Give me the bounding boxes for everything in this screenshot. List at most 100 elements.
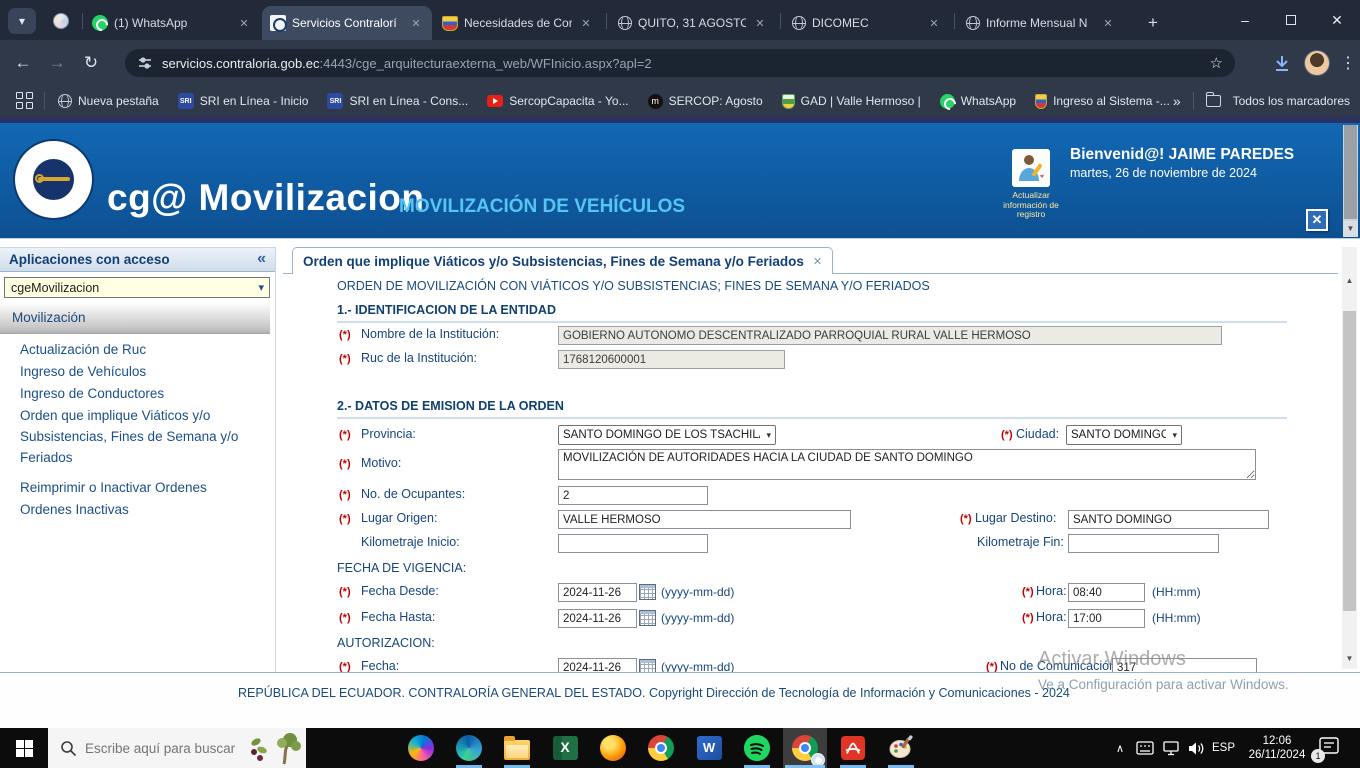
tray-language[interactable]: ESP bbox=[1212, 728, 1235, 768]
tab-close-icon[interactable]: ✕ bbox=[813, 255, 822, 268]
activate-windows-watermark: Activar Windows bbox=[1038, 648, 1186, 670]
back-button[interactable]: ← bbox=[6, 53, 40, 73]
km-inicio-input[interactable] bbox=[558, 534, 708, 553]
tab-close-icon[interactable]: ✕ bbox=[1100, 17, 1116, 30]
taskbar-copilot[interactable] bbox=[399, 728, 443, 768]
taskbar-word[interactable] bbox=[687, 728, 731, 768]
sidebar-item-ordenes-inactivas[interactable]: Ordenes Inactivas bbox=[20, 499, 270, 520]
whatsapp-icon bbox=[92, 15, 108, 31]
sidebar-item-ingreso-vehiculos[interactable]: Ingreso de Vehículos bbox=[20, 361, 270, 382]
taskbar-firefox[interactable] bbox=[591, 728, 635, 768]
lugar-origen-input[interactable] bbox=[558, 510, 851, 529]
provincia-select[interactable]: SANTO DOMINGO DE LOS TSACHILAS ▾ bbox=[558, 425, 776, 445]
download-icon[interactable] bbox=[1270, 51, 1294, 75]
taskbar-spotify[interactable] bbox=[735, 728, 779, 768]
pinned-tab[interactable] bbox=[46, 8, 76, 34]
nombre-institucion-input[interactable] bbox=[558, 326, 1222, 345]
ocupantes-input[interactable] bbox=[558, 486, 708, 505]
calendar-icon[interactable] bbox=[639, 584, 656, 600]
hora-hasta-input[interactable] bbox=[1068, 609, 1145, 628]
window-maximize-button[interactable] bbox=[1268, 0, 1314, 40]
bookmarks-overflow-icon[interactable]: » bbox=[1173, 93, 1181, 109]
new-tab-button[interactable]: + bbox=[1138, 6, 1168, 40]
globe-icon bbox=[618, 16, 632, 30]
taskbar-paint[interactable] bbox=[879, 728, 923, 768]
bookmark-sri-inicio[interactable]: SRI SRI en Línea - Inicio bbox=[177, 93, 308, 109]
taskbar-chrome[interactable] bbox=[639, 728, 683, 768]
fecha-autorizacion-input[interactable] bbox=[558, 658, 637, 672]
tab-quito[interactable]: QUITO, 31 AGOSTO ✕ bbox=[610, 6, 776, 40]
tab-search-button[interactable]: ▾ bbox=[8, 8, 36, 34]
menu-kebab-icon[interactable]: ⋮ bbox=[1340, 53, 1356, 73]
update-info-caption[interactable]: Actualizar información de registro bbox=[995, 190, 1067, 220]
tab-close-icon[interactable]: ✕ bbox=[236, 17, 252, 30]
calendar-icon[interactable] bbox=[639, 610, 656, 626]
tab-dicomec[interactable]: DICOMEC ✕ bbox=[784, 6, 950, 40]
fecha-hasta-input[interactable] bbox=[558, 609, 637, 628]
tray-touch-keyboard[interactable] bbox=[1136, 728, 1154, 768]
bookmark-star-icon[interactable]: ☆ bbox=[1210, 54, 1223, 72]
bookmark-sri-consultas[interactable]: SRI SRI en Línea - Cons... bbox=[327, 93, 468, 109]
notification-center-button[interactable]: 1 bbox=[1311, 736, 1342, 763]
update-info-avatar[interactable] bbox=[1012, 149, 1050, 187]
tray-network[interactable] bbox=[1162, 728, 1180, 768]
tab-close-icon[interactable]: ✕ bbox=[578, 17, 594, 30]
tab-necesidades[interactable]: Necesidades de Cor ✕ bbox=[434, 6, 602, 40]
all-bookmarks-label[interactable]: Todos los marcadores bbox=[1233, 94, 1350, 108]
sidebar-item-orden-viaticos[interactable]: Orden que implique Viáticos y/o Subsiste… bbox=[20, 405, 270, 468]
search-input[interactable] bbox=[85, 740, 240, 756]
taskbar-chrome-profile[interactable] bbox=[783, 728, 827, 768]
sidebar-item-actualizacion-ruc[interactable]: Actualización de Ruc bbox=[20, 339, 270, 360]
scrollbar-thumb[interactable] bbox=[1343, 311, 1356, 611]
scroll-up-icon[interactable]: ▲ bbox=[1342, 273, 1357, 289]
bookmark-gad-valle-hermoso[interactable]: GAD | Valle Hermoso | bbox=[781, 93, 921, 109]
tray-clock[interactable]: 12:06 26/11/2024 bbox=[1242, 728, 1312, 768]
bookmark-sercopcapacita[interactable]: SercopCapacita - Yo... bbox=[487, 94, 629, 108]
start-button[interactable] bbox=[0, 728, 48, 768]
bookmark-ingreso-sistema[interactable]: Ingreso al Sistema -... bbox=[1035, 93, 1170, 109]
bookmark-sercop-agosto[interactable]: m SERCOP: Agosto bbox=[647, 93, 763, 109]
calendar-icon[interactable] bbox=[639, 659, 656, 672]
address-bar[interactable]: servicios.contraloria.gob.ec:4443/cge_ar… bbox=[125, 49, 1235, 77]
tab-close-icon[interactable]: ✕ bbox=[408, 17, 424, 30]
fecha-desde-input[interactable] bbox=[558, 583, 637, 602]
scrollbar-thumb[interactable] bbox=[1344, 125, 1357, 219]
tab-close-icon[interactable]: ✕ bbox=[926, 17, 942, 30]
forward-button[interactable]: → bbox=[40, 53, 74, 73]
taskbar-search[interactable] bbox=[48, 728, 306, 768]
tab-servicios-contraloria[interactable]: Servicios Contralorí ✕ bbox=[262, 6, 432, 40]
sidebar-item-ingreso-conductores[interactable]: Ingreso de Conductores bbox=[20, 383, 270, 404]
apps-grid-icon[interactable] bbox=[16, 92, 34, 110]
tab-close-icon[interactable]: ✕ bbox=[752, 17, 768, 30]
ruc-institucion-input[interactable] bbox=[558, 350, 785, 369]
reload-button[interactable]: ↻ bbox=[74, 53, 108, 73]
profile-avatar[interactable] bbox=[1304, 49, 1330, 76]
tray-chevron[interactable]: ∧ bbox=[1108, 728, 1132, 768]
taskbar-acrobat[interactable] bbox=[831, 728, 875, 768]
ciudad-select[interactable]: SANTO DOMINGO ▾ bbox=[1066, 425, 1182, 445]
tune-icon[interactable] bbox=[137, 55, 153, 71]
taskbar-file-explorer[interactable] bbox=[495, 728, 539, 768]
bookmark-nueva-pestana[interactable]: Nueva pestaña bbox=[58, 94, 159, 108]
lugar-destino-input[interactable] bbox=[1068, 510, 1269, 529]
bookmark-whatsapp[interactable]: WhatsApp bbox=[939, 93, 1016, 109]
page-close-button[interactable]: ✕ bbox=[1306, 209, 1328, 231]
app-select[interactable]: cgeMovilizacion ▾ bbox=[4, 277, 270, 298]
taskbar-excel[interactable] bbox=[543, 728, 587, 768]
content-scrollbar[interactable]: ▲ ▼ bbox=[1342, 247, 1357, 669]
sidebar-collapse-icon[interactable]: « bbox=[257, 250, 266, 268]
window-minimize-button[interactable]: – bbox=[1222, 0, 1268, 40]
content-tab[interactable]: Orden que implique Viáticos y/o Subsiste… bbox=[292, 247, 834, 274]
tab-whatsapp[interactable]: (1) WhatsApp ✕ bbox=[84, 6, 260, 40]
km-fin-input[interactable] bbox=[1068, 534, 1219, 553]
tab-informe[interactable]: Informe Mensual N ✕ bbox=[958, 6, 1124, 40]
sidebar-item-reimprimir[interactable]: Reimprimir o Inactivar Ordenes bbox=[20, 477, 270, 498]
window-close-button[interactable]: ✕ bbox=[1314, 0, 1360, 40]
motivo-textarea[interactable]: MOVILIZACIÓN DE AUTORIDADES HACIA LA CIU… bbox=[558, 449, 1256, 480]
hora-desde-input[interactable] bbox=[1068, 583, 1145, 602]
scroll-down-icon[interactable]: ▼ bbox=[1343, 221, 1358, 237]
outer-scrollbar[interactable]: ▼ bbox=[1343, 125, 1358, 237]
scroll-down-icon[interactable]: ▼ bbox=[1342, 651, 1357, 667]
tray-volume[interactable] bbox=[1188, 728, 1205, 768]
taskbar-edge[interactable] bbox=[447, 728, 491, 768]
